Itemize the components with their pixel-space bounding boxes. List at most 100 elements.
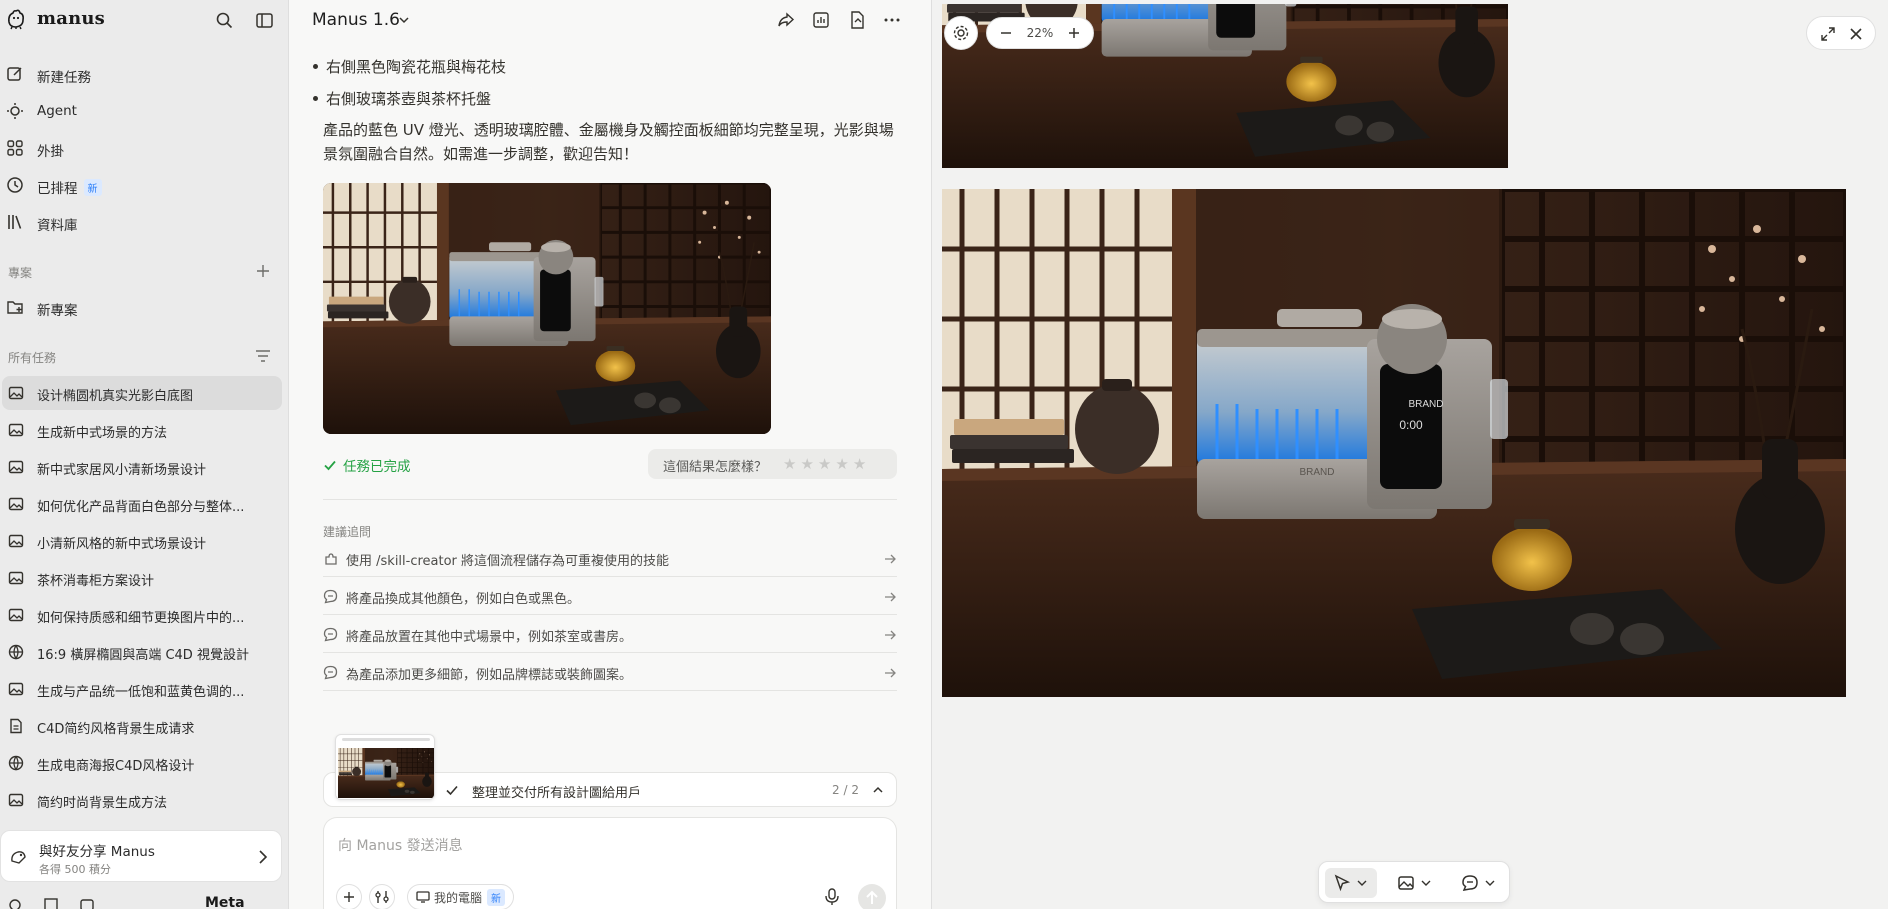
arrow-right-icon xyxy=(885,668,896,678)
task-item[interactable]: C4D简约风格背景生成请求 xyxy=(2,709,282,743)
send-button[interactable] xyxy=(858,884,886,909)
chart-icon[interactable] xyxy=(811,10,831,30)
nav-plugins[interactable]: 外掛 xyxy=(0,130,289,167)
star-icon[interactable]: ★ xyxy=(818,455,831,473)
manus-logo-icon xyxy=(8,9,24,30)
product-front-brand: BRAND xyxy=(1299,467,1334,478)
window-icon[interactable] xyxy=(80,898,94,909)
close-icon[interactable] xyxy=(1849,27,1863,41)
chat-bubble-icon xyxy=(323,589,338,604)
apps-icon[interactable] xyxy=(44,898,58,909)
sidebar-toggle-icon xyxy=(255,12,273,28)
chevron-up-icon[interactable] xyxy=(872,784,884,796)
nav-agent[interactable]: Agent xyxy=(0,93,289,130)
arrow-right-icon xyxy=(885,592,896,602)
globe-icon xyxy=(8,755,24,771)
my-computer-chip[interactable]: 我的電腦 新 xyxy=(407,884,515,909)
nav-label: 資料庫 xyxy=(37,218,78,234)
select-tool[interactable] xyxy=(1325,868,1377,898)
image-edit-tool[interactable] xyxy=(1389,868,1441,898)
product-panel-display: 0:00 xyxy=(1399,418,1423,432)
projects-section-title: 專案 xyxy=(8,266,33,280)
task-item[interactable]: 生成新中式场景的方法 xyxy=(2,413,282,447)
suggestion-item[interactable]: 使用 /skill-creator 將這個流程儲存為可重複使用的技能 xyxy=(323,540,897,577)
share-icon[interactable] xyxy=(776,10,796,30)
model-selector[interactable]: Manus 1.6 xyxy=(312,10,400,30)
nav-new-task[interactable]: 新建任務 xyxy=(0,56,289,93)
star-icon[interactable]: ★ xyxy=(853,455,866,473)
share-card[interactable]: 與好友分享 Manus 各得 500 積分 xyxy=(0,830,282,882)
task-label: 如何优化产品背面白色部分与整体... xyxy=(37,500,245,515)
task-item[interactable]: 新中式家居风小清新场景设计 xyxy=(2,450,282,484)
settings-icon[interactable] xyxy=(8,898,22,909)
nav-new-project[interactable]: 新專案 xyxy=(0,289,289,326)
suggestion-item[interactable]: 將產品放置在其他中式場景中，例如茶室或書房。 xyxy=(323,616,897,653)
chat-bubble-icon xyxy=(323,665,338,680)
cursor-icon xyxy=(1334,874,1351,892)
result-image-thumbnail[interactable] xyxy=(323,183,771,434)
task-item[interactable]: 生成与产品统一低饱和蓝黄色调的... xyxy=(2,672,282,706)
agent-icon xyxy=(7,103,23,119)
view-settings-button[interactable] xyxy=(944,16,978,50)
comment-icon xyxy=(1462,875,1478,891)
task-item[interactable]: 小清新风格的新中式场景设计 xyxy=(2,524,282,558)
tools-icon xyxy=(375,891,389,903)
search-button[interactable] xyxy=(214,10,234,30)
task-item[interactable]: 生成电商海报C4D风格设计 xyxy=(2,746,282,780)
task-item[interactable]: 如何优化产品背面白色部分与整体... xyxy=(2,487,282,521)
message-input[interactable]: 向 Manus 發送消息 xyxy=(338,835,463,855)
nav-scheduled[interactable]: 已排程新 xyxy=(0,167,289,204)
gift-icon xyxy=(11,851,26,864)
task-item[interactable]: 如何保持质感和细节更换图片中的... xyxy=(2,598,282,632)
more-icon[interactable] xyxy=(882,10,902,30)
tasks-section-title: 所有任務 xyxy=(8,351,57,365)
preview-image-main[interactable]: BRAND 0:00 BRAND xyxy=(942,189,1846,697)
star-icon[interactable]: ★ xyxy=(800,455,813,473)
chevron-down-icon xyxy=(1485,880,1495,886)
search-icon xyxy=(216,12,232,28)
task-label: 生成与产品统一低饱和蓝黄色调的... xyxy=(37,685,245,700)
chat-bubble-icon xyxy=(323,627,338,642)
add-project-icon[interactable] xyxy=(254,262,272,280)
chevron-down-icon[interactable] xyxy=(398,14,410,26)
tools-button[interactable] xyxy=(369,884,395,909)
comment-tool[interactable] xyxy=(1453,868,1505,898)
suggestion-item[interactable]: 將產品換成其他顏色，例如白色或黑色。 xyxy=(323,578,897,615)
message-composer: 向 Manus 發送消息 我的電腦 新 xyxy=(323,817,897,909)
file-export-icon[interactable] xyxy=(847,10,867,30)
task-item[interactable]: 简约时尚背景生成方法 xyxy=(2,783,282,817)
suggestion-label: 使用 /skill-creator 將這個流程儲存為可重複使用的技能 xyxy=(346,554,670,569)
nav-label: 已排程新 xyxy=(37,177,102,197)
product-scene-mini xyxy=(338,748,434,798)
thumbnail-image xyxy=(338,748,434,798)
task-label: 生成新中式场景的方法 xyxy=(37,426,168,441)
task-label: 小清新风格的新中式场景设计 xyxy=(37,537,207,552)
task-item[interactable]: 茶杯消毒柜方案设计 xyxy=(2,561,282,595)
new-badge: 新 xyxy=(487,888,506,906)
task-label: 如何保持质感和细节更换图片中的... xyxy=(37,611,245,626)
product-scene-image xyxy=(323,183,771,434)
toggle-sidebar-button[interactable] xyxy=(254,10,274,30)
suggestion-item[interactable]: 為產品添加更多細節，例如品牌標誌或裝飾圖案。 xyxy=(323,654,897,691)
arrow-up-icon xyxy=(866,890,878,904)
task-progress-label: 整理並交付所有設計圖給用戶 xyxy=(472,786,642,801)
nav-label-text: 已排程 xyxy=(37,181,78,197)
image-icon xyxy=(8,423,24,437)
microphone-icon[interactable] xyxy=(824,888,840,906)
image-edit-icon xyxy=(1398,876,1414,890)
arrow-right-icon xyxy=(885,554,896,564)
new-badge: 新 xyxy=(83,179,102,196)
image-preview-panel: BRAND 0:00 BRAND 22% xyxy=(931,0,1888,909)
filter-icon[interactable] xyxy=(254,347,272,365)
computer-preview-thumbnail[interactable] xyxy=(335,734,435,800)
nav-library[interactable]: 資料庫 xyxy=(0,204,289,241)
expand-icon[interactable] xyxy=(1821,27,1835,41)
zoom-in-icon[interactable] xyxy=(1067,26,1081,40)
star-icon[interactable]: ★ xyxy=(783,455,796,473)
task-item[interactable]: 设计椭圆机真实光影白底图 xyxy=(2,376,282,410)
add-attachment-button[interactable] xyxy=(336,884,362,909)
star-icon[interactable]: ★ xyxy=(835,455,848,473)
product-scene-image: BRAND 0:00 BRAND xyxy=(942,189,1846,697)
task-label: 设计椭圆机真实光影白底图 xyxy=(37,389,194,404)
task-item[interactable]: 16:9 橫屏橢圓與高端 C4D 視覺設計 xyxy=(2,635,282,669)
